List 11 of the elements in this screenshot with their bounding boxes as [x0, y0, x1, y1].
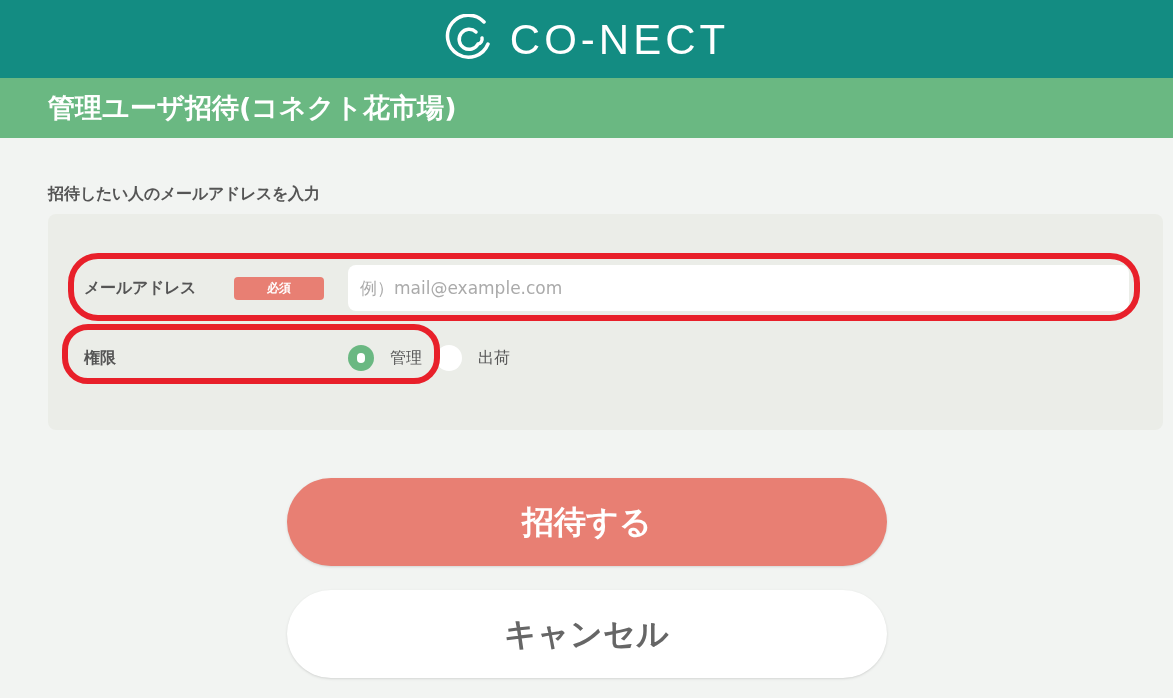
field-label: 権限 — [84, 347, 117, 369]
radio-label: 管理 — [390, 347, 422, 369]
logo-text: CO-NECT — [509, 14, 730, 65]
radio-button[interactable] — [348, 345, 374, 371]
email-input[interactable]: 例）mail@example.com — [348, 265, 1129, 311]
required-badge: 必須 — [234, 276, 324, 300]
radio-label: 出荷 — [478, 347, 510, 369]
cancel-button[interactable]: キャンセル — [286, 590, 887, 678]
page-title: 管理ユーザ招待(コネクト花市場) — [48, 90, 457, 125]
section-label: 招待したい人のメールアドレスを入力 — [48, 183, 321, 205]
field-label: メールアドレス — [84, 277, 197, 299]
